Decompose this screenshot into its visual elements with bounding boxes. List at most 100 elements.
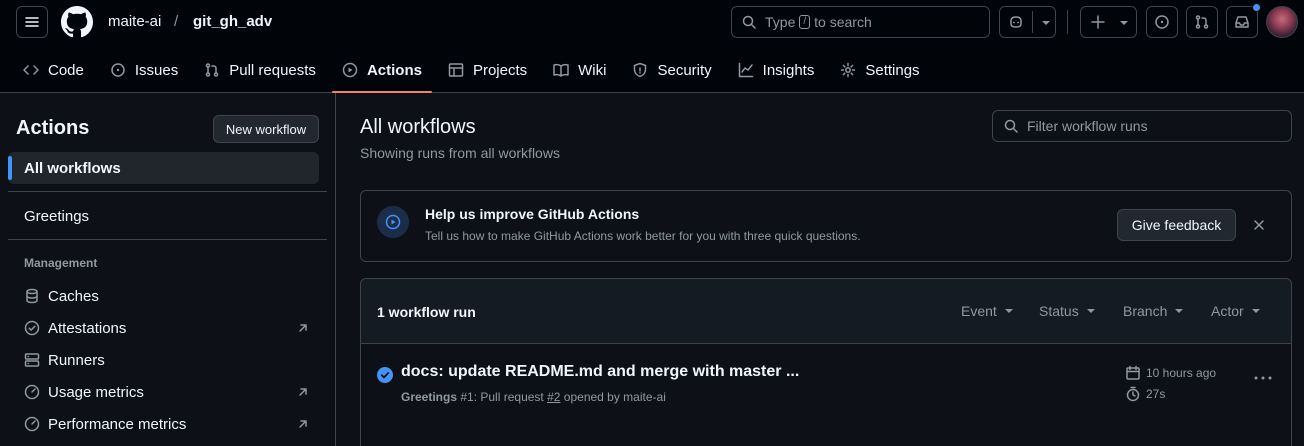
sidebar-item-label: Performance metrics [48,415,187,433]
tab-label: Projects [472,61,528,79]
meter-icon [24,416,40,432]
banner-text: Tell us how to make GitHub Actions work … [425,229,861,243]
search-suffix: to search [814,14,872,30]
new-workflow-button[interactable]: New workflow [213,115,319,143]
tab-label: Insights [762,61,815,79]
run-author: opened by maite-ai [563,390,666,404]
tab-insights[interactable]: Insights [728,49,825,91]
play-icon [342,62,358,78]
inbox-button[interactable] [1226,3,1261,38]
banner-icon-circle [377,206,409,238]
tab-label: Security [657,61,712,79]
notification-dot [1252,3,1261,12]
chevron-down-icon [1120,21,1128,25]
status-filter-dropdown[interactable]: Status [1039,303,1095,319]
table-row: docs: update README.md and merge with ma… [361,345,1291,415]
tab-pull-requests[interactable]: Pull requests [194,49,326,91]
play-icon [385,214,401,230]
pull-request-icon [205,63,219,77]
search-shortcut-key: / [799,15,811,29]
actions-sidebar: Actions New workflow All workflows Greet… [0,93,336,446]
run-timestamp: 10 hours ago [1125,365,1216,381]
filter-placeholder: Filter workflow runs [1027,118,1148,134]
feedback-banner: Help us improve GitHub Actions Tell us h… [360,190,1292,262]
sidebar-item-label: Runners [48,351,105,369]
run-time: 10 hours ago [1146,366,1217,380]
sidebar-item-greetings[interactable]: Greetings [8,200,319,232]
sidebar-item-caches[interactable]: Caches [24,282,319,310]
copilot-icon [1010,16,1022,28]
sidebar-item-usage-metrics[interactable]: Usage metrics [24,378,319,406]
external-link-icon [299,324,307,332]
tab-label: Code [48,61,84,79]
tab-label: Actions [366,61,422,79]
tab-security[interactable]: Security [622,49,721,91]
branch-filter-dropdown[interactable]: Branch [1123,303,1184,319]
issue-icon [1155,15,1169,29]
copilot-button[interactable] [999,6,1056,38]
search-prefix: Type [765,14,796,30]
tab-label: Settings [865,61,920,79]
code-icon [23,65,39,75]
search-icon [742,15,756,29]
server-icon [24,353,40,367]
filter-label: Event [961,303,997,319]
tab-label: Pull requests [229,61,316,79]
run-number: #1: Pull request [460,390,544,404]
run-duration: 27s [1125,386,1165,402]
create-new-button[interactable] [1080,6,1137,38]
repo-nav: Code Issues Pull requests Actions Projec… [13,49,936,93]
give-feedback-button[interactable]: Give feedback [1117,209,1236,241]
sidebar-item-runners[interactable]: Runners [24,346,319,374]
breadcrumb-owner[interactable]: maite-ai [108,13,161,30]
global-header: maite-ai / git_gh_adv Type / to search C… [0,0,1304,93]
kebab-menu-icon[interactable] [1254,375,1272,381]
pull-request-link[interactable]: #2 [547,390,560,404]
breadcrumb-repo[interactable]: git_gh_adv [193,13,272,30]
actor-filter-dropdown[interactable]: Actor [1211,303,1260,319]
workflow-run-count: 1 workflow run [377,304,476,320]
close-icon[interactable] [1252,218,1266,232]
run-duration-value: 27s [1146,387,1166,401]
plus-icon [1091,15,1105,29]
tab-wiki[interactable]: Wiki [543,49,616,91]
event-filter-dropdown[interactable]: Event [961,303,1013,319]
external-link-icon [299,420,307,428]
workflow-run-title[interactable]: docs: update README.md and merge with ma… [401,363,799,381]
tab-issues[interactable]: Issues [100,49,188,91]
issues-button[interactable] [1146,6,1178,38]
workflow-run-meta: Greetings #1: Pull request #2 opened by … [401,390,666,404]
shield-icon [634,62,647,78]
sidebar-item-attestations[interactable]: Attestations [24,314,319,342]
page-subtitle: Showing runs from all workflows [360,145,560,161]
verified-icon [24,320,40,336]
filter-workflow-runs-input[interactable]: Filter workflow runs [992,110,1292,142]
tab-code[interactable]: Code [13,49,94,91]
chevron-down-icon[interactable] [1042,21,1050,25]
table-icon [448,63,464,77]
tab-label: Issues [134,61,179,79]
calendar-icon [1126,365,1140,380]
management-heading: Management [24,256,98,270]
tab-actions[interactable]: Actions [331,49,432,93]
pull-request-icon [1195,15,1209,29]
chevron-down-icon [1004,309,1013,313]
page-title: All workflows [360,116,476,138]
hamburger-icon [25,17,39,27]
sidebar-item-all-workflows[interactable]: All workflows [8,152,319,184]
menu-button[interactable] [16,6,48,38]
database-icon [26,288,38,304]
search-input[interactable]: Type / to search [731,6,990,38]
tab-projects[interactable]: Projects [438,49,537,91]
search-icon [1004,119,1018,133]
chevron-down-icon [1086,309,1095,313]
workflow-name[interactable]: Greetings [401,390,457,404]
tab-settings[interactable]: Settings [830,49,929,91]
github-logo-icon[interactable] [61,6,93,38]
sidebar-item-label: Attestations [48,319,127,337]
pull-requests-button[interactable] [1186,6,1218,38]
avatar[interactable] [1266,6,1298,38]
check-circle-fill-icon [377,367,393,383]
chevron-down-icon [1251,309,1260,313]
sidebar-item-performance-metrics[interactable]: Performance metrics [24,410,319,438]
